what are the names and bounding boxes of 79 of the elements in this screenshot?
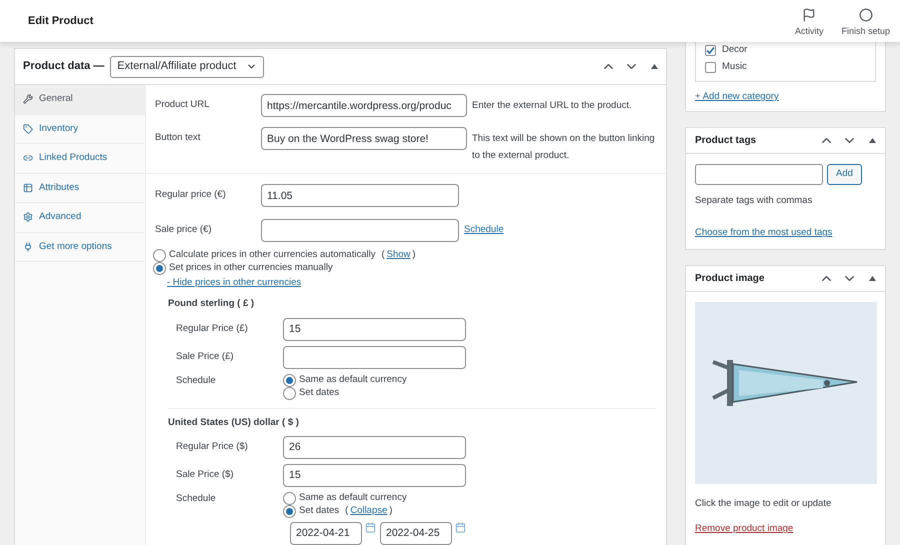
radio-label: Calculate prices in other currencies automatically [169,248,376,262]
show-link[interactable]: Show [386,248,410,263]
remove-image-link[interactable]: Remove product image [695,522,876,536]
paren: ( [381,248,385,262]
radio-button[interactable] [283,374,296,386]
currency-heading: United States (US) dollar ( $ ) [168,416,300,430]
price-field[interactable]: 15 [283,318,466,340]
tags-hint: Separate tags with commas [695,194,814,208]
field-label: Button text [155,131,202,145]
currency-heading: Pound sterling ( £ ) [168,297,256,312]
radio-label: Set dates [299,504,340,518]
page-title: Edit Product [28,14,94,29]
paren: ) [389,504,392,518]
schedule-link[interactable]: Schedule [464,223,504,238]
text-field[interactable]: Buy on the WordPress swag store! [261,127,467,150]
hide-prices-link[interactable]: - Hide prices in other currencies [167,276,666,290]
price-field[interactable]: 11.05 [261,184,459,207]
field-label: Product URL [155,98,210,112]
tag-field[interactable] [695,164,823,185]
field-label: Schedule [176,492,217,506]
price-field[interactable] [261,219,459,242]
tab-icon [23,182,33,193]
add-tag-button[interactable]: Add [827,164,862,185]
topbar-action[interactable]: Activity [794,4,824,38]
collapse-icon[interactable] [869,138,876,143]
field-label: Regular price (€) [155,188,227,202]
add-category-link[interactable]: + Add new category [695,90,876,104]
help-text: Enter the external URL to the product. [472,99,633,113]
product-data-tab[interactable]: Advanced [15,203,145,232]
most-used-tags-link[interactable]: Choose from the most used tags [695,226,876,240]
field-label: Regular Price (£) [176,322,249,336]
text-field[interactable]: https://mercantile.wordpress.org/produc [261,94,467,117]
price-field[interactable]: 26 [283,436,466,459]
product-data-tab[interactable]: Get more options [15,232,145,262]
tab-icon [23,124,33,134]
date-field[interactable]: 2022-04-21 [290,522,362,545]
checkbox[interactable] [705,62,716,73]
field-label: Schedule [176,374,217,388]
panel-title: Product image [695,272,764,286]
product-data-tab[interactable]: Attributes [15,174,145,203]
tab-icon [23,153,33,164]
radio-label: Same as default currency [299,372,407,387]
tab-icon [23,212,33,222]
radio-label: Set prices in other currencies manually [169,261,333,276]
topbar-action[interactable]: Finish setup [841,4,890,38]
checkbox[interactable] [705,45,716,56]
field-label: Sale Price (£) [176,350,235,364]
date-field[interactable]: 2022-04-25 [380,522,452,545]
image-caption: Click the image to edit or update [695,497,832,511]
radio-button[interactable] [153,249,166,262]
category-label: Music [722,60,747,74]
help-text: This text will be shown on the button linking to the external product. [472,132,656,163]
panel-title: Product tags [695,134,756,148]
tab-icon [23,94,33,104]
radio-label: Same as default currency [299,491,407,506]
flag-icon [802,8,816,22]
radio-button[interactable] [283,386,296,400]
product-data-tab[interactable]: Linked Products [15,144,145,174]
radio-button[interactable] [153,262,166,275]
product-type-select[interactable]: External/Affiliate product [110,56,264,78]
paren: ) [412,248,416,262]
circle-icon [858,8,873,22]
radio-button[interactable] [283,504,296,518]
tab-icon [23,242,33,252]
collapse-link[interactable]: Collapse [350,504,388,518]
field-label: Sale price (€) [155,223,212,238]
collapse-icon[interactable] [869,276,876,281]
collapse-icon[interactable] [651,64,658,69]
product-data-tab[interactable]: General [15,85,145,114]
panel-title: Product data — [23,59,104,74]
radio-button[interactable] [283,492,296,505]
paren: ( [345,504,348,518]
product-data-tab[interactable]: Inventory [15,114,145,144]
price-field[interactable]: 15 [283,464,466,487]
price-field[interactable] [283,346,466,368]
field-label: Sale Price ($) [176,468,235,482]
category-label: Decor [722,43,748,58]
radio-label: Set dates [299,386,340,400]
field-label: Regular Price ($) [176,440,249,454]
